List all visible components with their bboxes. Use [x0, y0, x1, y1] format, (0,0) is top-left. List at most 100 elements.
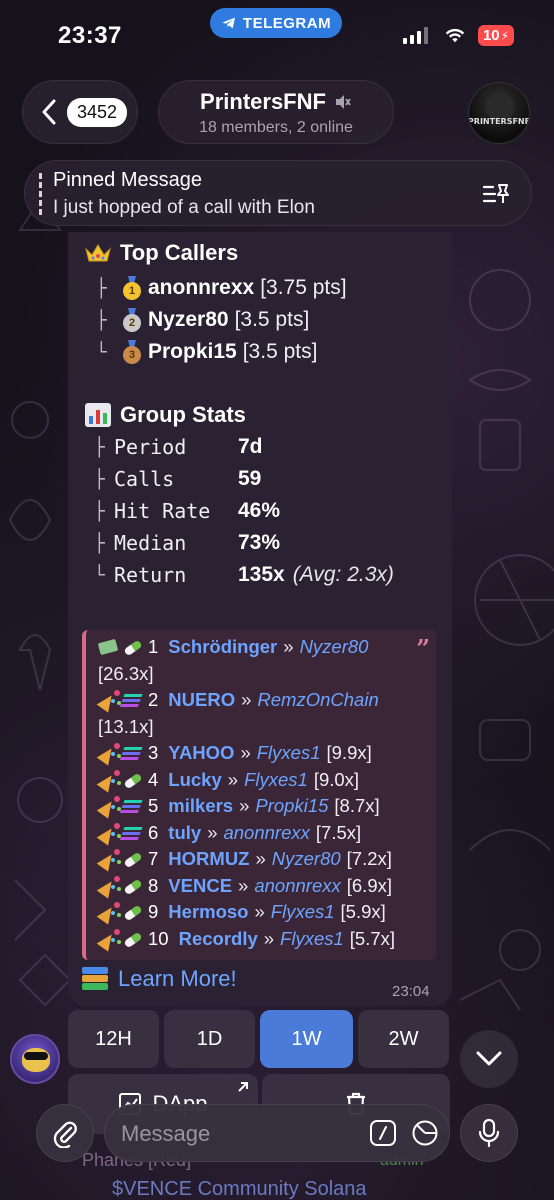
call-rank: 3: [148, 742, 159, 763]
stat-label: Calls: [114, 467, 175, 491]
call-rank: 4: [148, 768, 159, 790]
group-avatar[interactable]: PRINTERSFNF: [468, 82, 530, 144]
paperclip-icon: [53, 1121, 77, 1148]
call-token-link[interactable]: Lucky: [168, 769, 221, 791]
stat-extra: (Avg: 2.3x): [292, 563, 394, 586]
call-multiplier: [6.9x]: [346, 874, 392, 896]
call-rank: 6: [148, 821, 159, 843]
period-button-12h[interactable]: 12H: [68, 1010, 159, 1068]
top-calls-quote: ” 1 Schrödinger» Nyzer80 [26.3x] 2 NUERO» Remz…: [82, 630, 436, 960]
call-token-link[interactable]: milkers: [168, 795, 233, 817]
tree-branch: ├: [94, 436, 105, 458]
call-token-link[interactable]: YAHOO: [168, 742, 234, 764]
call-multiplier: [5.7x]: [349, 927, 396, 949]
period-button-1w[interactable]: 1W: [260, 1010, 353, 1068]
call-separator: »: [263, 927, 275, 949]
tree-branch: ├: [96, 277, 107, 299]
call-multiplier-row: [26.3x]: [98, 663, 154, 685]
wifi-icon: [445, 28, 465, 43]
tree-branch: └: [94, 564, 105, 586]
call-caller-link[interactable]: Propki15: [255, 795, 328, 817]
stat-row: ├ Calls 59: [94, 467, 261, 491]
message-time: 23:04: [392, 983, 430, 1000]
call-caller-link[interactable]: Flyxes1: [271, 901, 335, 923]
sender-avatar[interactable]: [10, 1034, 60, 1084]
stat-value: 135x: [238, 563, 285, 586]
call-token-link[interactable]: HORMUZ: [168, 848, 249, 870]
call-caller-link[interactable]: Flyxes1: [280, 928, 344, 950]
top-caller-row: └ 3 Propki15 [3.5 pts]: [96, 340, 317, 364]
period-button-2w[interactable]: 2W: [358, 1010, 449, 1068]
battery-icon: 10 ⚡: [478, 25, 514, 46]
solana-icon: [122, 796, 144, 816]
medal-icon: 3: [122, 340, 142, 364]
call-caller-link[interactable]: Nyzer80: [300, 636, 369, 658]
quote-mark-icon: ”: [416, 634, 430, 663]
pill-icon: [122, 876, 144, 896]
party-popper-icon: [98, 769, 120, 790]
pill-icon: [122, 929, 144, 949]
call-caller-link[interactable]: RemzOnChain: [257, 689, 378, 711]
chevron-left-icon: [42, 99, 56, 125]
stat-label: Median: [114, 531, 187, 555]
call-separator: »: [283, 636, 294, 657]
call-token-link[interactable]: NUERO: [168, 689, 235, 711]
top-caller-row: ├ 2 Nyzer80 [3.5 pts]: [96, 308, 309, 332]
call-caller-link[interactable]: Flyxes1: [244, 769, 308, 791]
scroll-down-button[interactable]: [460, 1030, 518, 1088]
bar-chart-icon: [85, 403, 111, 427]
call-token-link[interactable]: tuly: [168, 822, 201, 844]
call-caller-link[interactable]: anonnrexx: [254, 875, 340, 897]
call-caller-link[interactable]: Flyxes1: [257, 742, 321, 764]
medal-icon: 1: [122, 276, 142, 300]
call-rank: 1: [148, 636, 159, 657]
period-button-1d[interactable]: 1D: [164, 1010, 255, 1068]
muted-icon: [335, 95, 351, 109]
next-message-preview: $VENCE Community Solana: [112, 1178, 367, 1200]
unread-count-badge: 3452: [67, 97, 128, 127]
telegram-pill[interactable]: TELEGRAM: [210, 8, 342, 38]
stat-value: 7d: [238, 435, 263, 458]
stat-row: ├ Hit Rate 46%: [94, 499, 280, 523]
stat-label: Period: [114, 435, 187, 459]
pinned-title: Pinned Message: [53, 169, 202, 191]
pill-icon: [122, 849, 144, 869]
stat-row: ├ Period 7d: [94, 435, 263, 459]
call-rank: 5: [148, 795, 159, 816]
call-caller-link[interactable]: anonnrexx: [223, 822, 309, 844]
solana-icon: [122, 823, 144, 843]
pinned-message-bar[interactable]: Pinned Message I just hopped of a call w…: [24, 160, 532, 226]
party-popper-icon: [98, 902, 120, 922]
pinned-indicator: [39, 173, 42, 215]
call-rank: 10: [148, 927, 169, 949]
call-separator: »: [227, 768, 239, 790]
timer-icon[interactable]: [411, 1119, 439, 1147]
call-rank: 9: [148, 901, 159, 922]
top-caller-row: ├ 1 anonnrexx [3.75 pts]: [96, 276, 347, 300]
call-caller-link[interactable]: Nyzer80: [272, 848, 341, 870]
group-stats-title: Group Stats: [120, 402, 246, 427]
status-bar: 23:37 TELEGRAM 10 ⚡: [0, 0, 554, 72]
call-multiplier-row: [13.1x]: [98, 716, 154, 738]
attach-button[interactable]: [36, 1104, 94, 1162]
pin-list-icon[interactable]: [481, 179, 511, 209]
back-button[interactable]: 3452: [22, 80, 138, 144]
call-token-link[interactable]: VENCE: [168, 875, 232, 897]
pinned-text: I just hopped of a call with Elon: [53, 197, 315, 218]
crown-icon: [85, 244, 111, 262]
message-input[interactable]: [121, 1119, 351, 1149]
top-callers-title: Top Callers: [120, 240, 239, 265]
learn-more-link[interactable]: Learn More!: [82, 966, 237, 992]
caller-points: [3.5 pts]: [242, 340, 318, 363]
call-token-link[interactable]: Hermoso: [168, 901, 248, 923]
party-popper-icon: [98, 875, 120, 896]
call-separator: »: [238, 874, 249, 896]
call-row: 8 VENCE » anonnrexx [6.9x]: [98, 875, 392, 897]
commands-icon[interactable]: [369, 1119, 397, 1147]
call-token-link[interactable]: Recordly: [179, 928, 258, 950]
stat-label: Return: [114, 563, 187, 587]
microphone-button[interactable]: [460, 1104, 518, 1162]
call-token-link[interactable]: Schrödinger: [168, 636, 277, 658]
chat-header[interactable]: PrintersFNF 18 members, 2 online: [158, 80, 394, 144]
message-input-container[interactable]: [104, 1104, 450, 1162]
